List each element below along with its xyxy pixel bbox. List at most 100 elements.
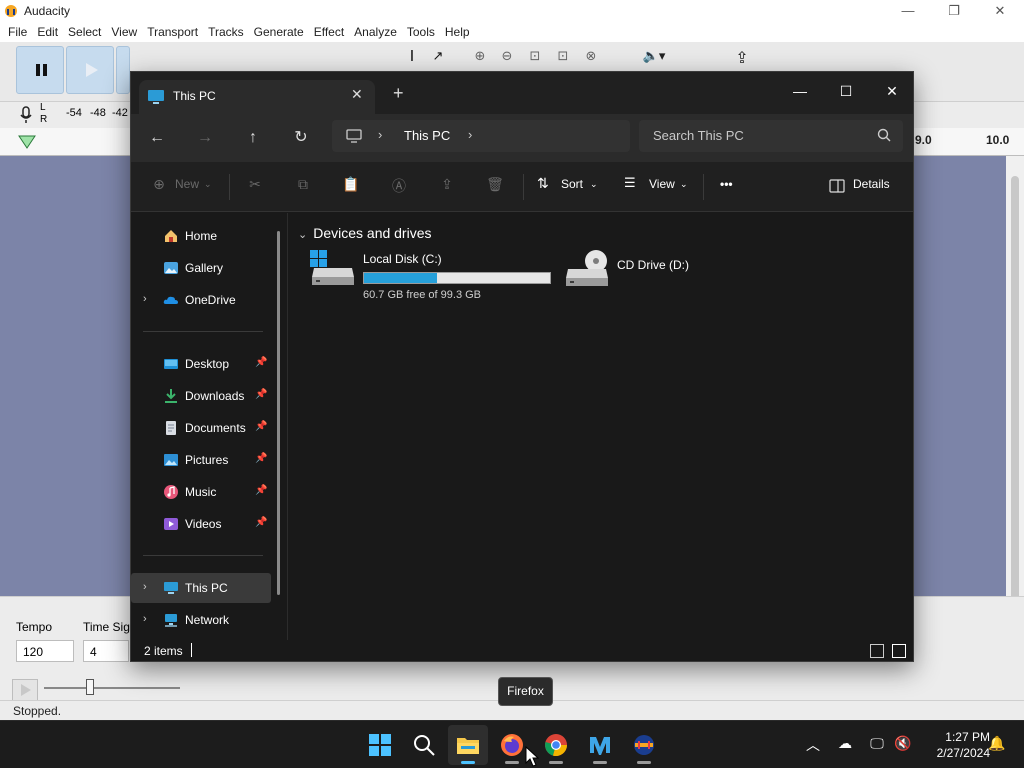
play-button[interactable]	[66, 46, 114, 94]
fit-selection-icon[interactable]: ⊡	[525, 48, 545, 70]
refresh-icon[interactable]: ↻	[286, 124, 316, 152]
large-icons-view-icon[interactable]	[892, 644, 906, 658]
menu-view[interactable]: View	[107, 22, 143, 42]
audio-setup-icon[interactable]: 🔈▾	[638, 48, 670, 70]
sidebar-item-pictures[interactable]: Pictures 📌	[131, 445, 271, 475]
rename-icon[interactable]: Ⓐ	[390, 176, 408, 194]
zoom-toggle-icon[interactable]: ⊗	[581, 48, 601, 70]
breadcrumb-chevron-icon[interactable]: ›	[378, 127, 382, 142]
details-button[interactable]: Details	[853, 177, 890, 191]
copy-icon[interactable]: ⧉	[294, 176, 312, 194]
network-status-icon[interactable]: 🖵	[866, 735, 888, 755]
sidebar-item-music[interactable]: Music 📌	[131, 477, 271, 507]
sidebar-item-gallery[interactable]: Gallery	[131, 253, 271, 283]
notification-bell-icon[interactable]: 🔔	[986, 735, 1008, 755]
start-button[interactable]	[360, 725, 400, 765]
menu-analyze[interactable]: Analyze	[350, 22, 403, 42]
menu-file[interactable]: File	[4, 22, 33, 42]
sidebar-item-desktop[interactable]: Desktop 📌	[131, 349, 271, 379]
new-button[interactable]: New	[175, 177, 199, 191]
minimize-icon[interactable]: —	[885, 0, 931, 22]
paste-icon[interactable]: 📋	[342, 176, 360, 194]
expand-chevron-icon[interactable]: ›	[143, 293, 147, 305]
breadcrumb-this-pc[interactable]: This PC	[404, 128, 450, 143]
collapse-chevron-icon[interactable]: ⌄	[298, 229, 307, 241]
navigation-pane-scrollbar[interactable]	[277, 231, 280, 595]
taskbar-chrome[interactable]	[536, 725, 576, 765]
close-window-icon[interactable]: ✕	[869, 78, 913, 104]
tab-this-pc[interactable]: This PC ✕	[139, 80, 375, 114]
sidebar-item-home[interactable]: Home	[131, 221, 271, 251]
system-clock[interactable]: 1:27 PM 2/27/2024	[920, 729, 990, 761]
tab-title: This PC	[173, 89, 216, 103]
taskbar-audacity[interactable]	[624, 725, 664, 765]
sidebar-item-videos[interactable]: Videos 📌	[131, 509, 271, 539]
menu-transport[interactable]: Transport	[143, 22, 204, 42]
sidebar-item-network[interactable]: › Network	[131, 605, 271, 635]
menu-edit[interactable]: Edit	[33, 22, 64, 42]
maximize-icon[interactable]: ❐	[931, 0, 977, 22]
taskbar-file-explorer[interactable]	[448, 725, 488, 765]
play-at-speed-button[interactable]	[12, 679, 38, 701]
menu-generate[interactable]: Generate	[250, 22, 310, 42]
sidebar-item-this-pc[interactable]: › This PC	[131, 573, 271, 603]
menu-tracks[interactable]: Tracks	[204, 22, 250, 42]
cut-icon[interactable]: ✂	[246, 176, 264, 194]
stop-button[interactable]	[116, 46, 130, 94]
pin-icon[interactable]: 📌	[255, 485, 267, 496]
drive-cd-drive-d[interactable]: CD Drive (D:)	[564, 249, 724, 297]
more-options-button[interactable]: •••	[720, 177, 733, 191]
search-button[interactable]	[404, 725, 444, 765]
up-arrow-icon[interactable]: ↑	[238, 124, 268, 152]
close-tab-icon[interactable]: ✕	[351, 86, 363, 103]
pin-icon[interactable]: 📌	[255, 453, 267, 464]
zoom-out-icon[interactable]: ⊖	[497, 48, 517, 70]
sort-button[interactable]: Sort	[561, 177, 583, 191]
drive-local-disk-c[interactable]: Local Disk (C:) 60.7 GB free of 99.3 GB	[310, 249, 555, 301]
play-head-icon[interactable]	[18, 134, 36, 150]
onedrive-status-icon[interactable]: ☁	[834, 735, 856, 755]
volume-muted-icon[interactable]: 🔇	[892, 735, 914, 755]
view-button[interactable]: View	[649, 177, 675, 191]
share-audio-icon[interactable]: ⇪	[732, 48, 752, 70]
minimize-icon[interactable]: —	[777, 78, 823, 104]
menu-help[interactable]: Help	[441, 22, 476, 42]
playback-speed-handle[interactable]	[86, 679, 94, 695]
selection-tool-icon[interactable]: I	[402, 48, 422, 70]
sidebar-item-downloads[interactable]: Downloads 📌	[131, 381, 271, 411]
sidebar-item-documents[interactable]: Documents 📌	[131, 413, 271, 443]
breadcrumb-chevron-icon[interactable]: ›	[468, 127, 472, 142]
expand-chevron-icon[interactable]: ›	[143, 613, 147, 625]
pin-icon[interactable]: 📌	[255, 517, 267, 528]
show-hidden-icons-chevron-icon[interactable]: ︿	[802, 735, 824, 755]
sidebar-item-onedrive[interactable]: › OneDrive	[131, 285, 271, 315]
new-tab-button[interactable]: +	[393, 84, 404, 102]
fit-project-icon[interactable]: ⊡	[553, 48, 573, 70]
taskbar-vscode[interactable]	[580, 725, 620, 765]
close-icon[interactable]: ✕	[977, 0, 1023, 22]
section-header-devices-and-drives[interactable]: ⌄ Devices and drives	[298, 225, 432, 241]
playback-speed-slider[interactable]	[44, 687, 180, 689]
envelope-tool-icon[interactable]: ↗	[428, 48, 448, 70]
pause-button[interactable]	[16, 46, 64, 94]
pin-icon[interactable]: 📌	[255, 357, 267, 368]
pin-icon[interactable]: 📌	[255, 389, 267, 400]
address-bar[interactable]: › This PC ›	[332, 120, 630, 152]
menu-select[interactable]: Select	[64, 22, 107, 42]
tempo-input[interactable]: 120	[16, 640, 74, 662]
back-arrow-icon[interactable]: ←	[142, 124, 172, 152]
delete-icon[interactable]: 🗑	[486, 176, 504, 194]
search-box[interactable]: Search This PC	[639, 120, 903, 152]
menu-tools[interactable]: Tools	[403, 22, 441, 42]
desktop-icon	[164, 359, 178, 369]
menu-effect[interactable]: Effect	[310, 22, 350, 42]
details-view-icon[interactable]	[870, 644, 884, 658]
vertical-scrollbar[interactable]	[1006, 156, 1024, 736]
pin-icon[interactable]: 📌	[255, 421, 267, 432]
time-signature-input[interactable]: 4	[83, 640, 129, 662]
forward-arrow-icon[interactable]: →	[190, 124, 220, 152]
share-icon[interactable]: ⇪	[438, 176, 456, 194]
maximize-icon[interactable]: ☐	[823, 78, 869, 104]
expand-chevron-icon[interactable]: ›	[143, 581, 147, 593]
zoom-in-icon[interactable]: ⊕	[470, 48, 490, 70]
